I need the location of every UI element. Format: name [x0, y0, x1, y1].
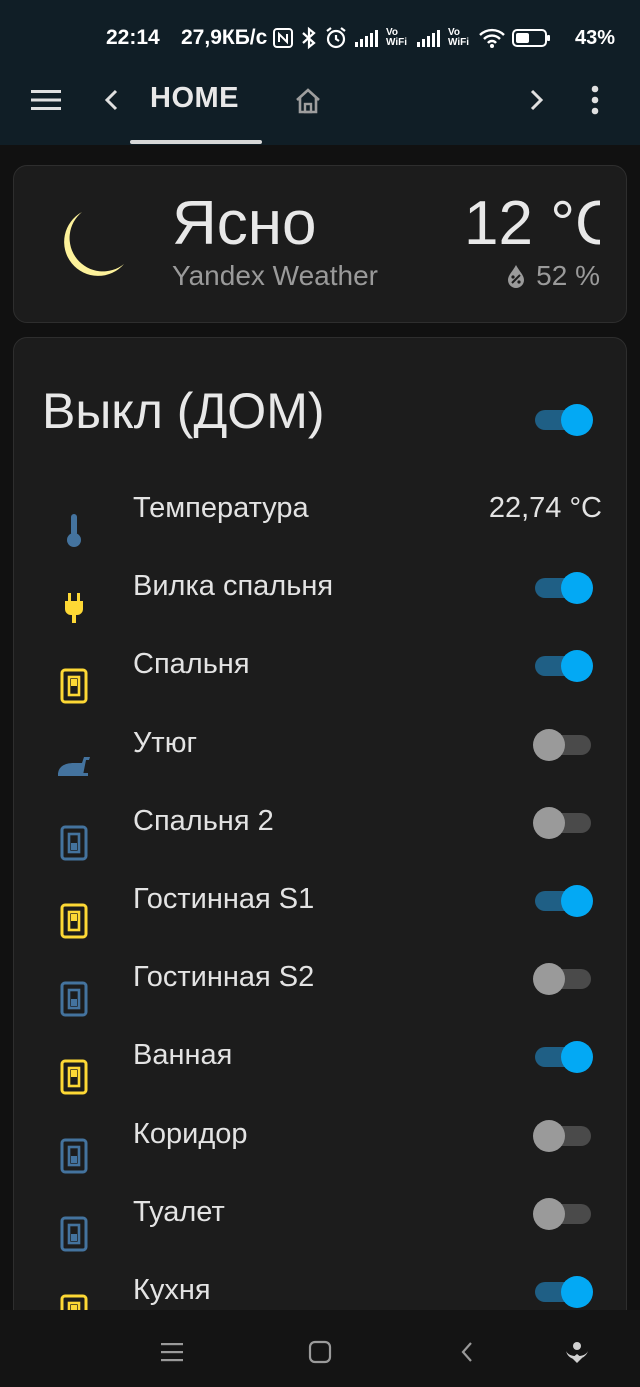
- entity-toggle[interactable]: [533, 1039, 593, 1074]
- entity-label: Кухня: [133, 1274, 211, 1306]
- more-vert-icon[interactable]: [582, 82, 608, 118]
- battery-icon: [512, 29, 550, 47]
- signal-icon-2: [417, 30, 440, 47]
- entity-toggle[interactable]: [533, 961, 593, 996]
- view-tab-home[interactable]: HOME: [150, 82, 239, 115]
- light-switch-icon: [52, 1055, 96, 1099]
- weather-humidity: 52 %: [506, 260, 600, 292]
- entity-label: Гостинная S2: [133, 961, 315, 994]
- status-network-speed: 27,9КБ/с: [181, 26, 268, 49]
- light-switch-icon: [52, 664, 96, 708]
- status-icons: Vo WiFi Vo WiFi: [272, 24, 552, 52]
- menu-icon[interactable]: [28, 84, 64, 116]
- home-nav-icon[interactable]: [300, 1332, 340, 1372]
- entity-row[interactable]: Спальня 2: [14, 801, 628, 879]
- weather-condition: Ясно: [172, 189, 317, 258]
- active-tab-indicator: [130, 140, 262, 144]
- iron-icon: [52, 743, 96, 787]
- signal-icon-1: [355, 30, 378, 47]
- humidity-value: 52 %: [536, 260, 600, 291]
- assistant-icon[interactable]: [557, 1332, 597, 1372]
- entity-label: Вилка спальня: [133, 570, 334, 603]
- bluetooth-icon: [302, 26, 316, 50]
- entity-row[interactable]: Спальня: [14, 644, 628, 722]
- light-switch-icon: [52, 899, 96, 943]
- home-icon[interactable]: [290, 84, 326, 118]
- navigation-bar: [0, 1310, 640, 1387]
- back-icon[interactable]: [447, 1332, 487, 1372]
- entity-label: Коридор: [133, 1117, 248, 1150]
- vowifi-label-1: Vo WiFi: [386, 27, 408, 48]
- entity-label: Спальня 2: [133, 804, 274, 837]
- light-switch-icon: [52, 1134, 96, 1178]
- wifi-icon: [479, 28, 505, 48]
- light-switch-icon: [52, 977, 96, 1021]
- alarm-icon: [326, 27, 346, 49]
- entity-toggle[interactable]: [533, 1196, 593, 1230]
- vowifi-label-2: Vo WiFi: [448, 27, 470, 48]
- weather-card[interactable]: Ясно Yandex Weather 12 °C 52 %: [13, 165, 627, 323]
- weather-temperature-clip: 12 °C: [464, 188, 600, 260]
- entity-toggle[interactable]: [533, 648, 593, 683]
- entity-toggle[interactable]: [533, 805, 593, 839]
- entity-toggle[interactable]: [533, 727, 593, 761]
- chevron-left-icon[interactable]: [98, 84, 124, 116]
- battery-percent: 43%: [575, 27, 616, 49]
- entity-row[interactable]: Коридор: [14, 1114, 628, 1192]
- entity-label: Гостинная S1: [133, 883, 315, 915]
- master-toggle[interactable]: [533, 402, 593, 436]
- entity-label: Температура: [133, 492, 309, 524]
- entity-toggle[interactable]: [533, 883, 593, 917]
- entities-card-title: Выкл (ДОМ): [42, 383, 325, 439]
- entity-row[interactable]: Гостинная S2: [14, 957, 628, 1035]
- entity-row[interactable]: Гостинная S1: [14, 879, 628, 957]
- status-bar: 22:14 27,9КБ/с Vo WiFi Vo WiFi 43%: [0, 0, 640, 70]
- light-switch-icon: [52, 1212, 96, 1256]
- recents-icon[interactable]: [152, 1332, 192, 1372]
- moon-icon: [52, 206, 130, 284]
- light-switch-icon: [52, 821, 96, 865]
- weather-temperature: 12 °C: [464, 189, 600, 258]
- entity-value: 22,74 °C: [488, 492, 602, 524]
- entities-card: Выкл (ДОМ) Температура 22,74 °C Вилка спал…: [13, 337, 627, 1337]
- entity-toggle[interactable]: [533, 1118, 593, 1152]
- status-time: 22:14: [106, 26, 160, 49]
- thermometer-icon: [52, 508, 96, 552]
- entity-row[interactable]: Туалет: [14, 1192, 628, 1270]
- nfc-icon: [273, 28, 293, 48]
- entity-label: Спальня: [133, 648, 250, 681]
- entity-toggle[interactable]: [533, 1274, 593, 1308]
- entity-label: Утюг: [133, 726, 198, 759]
- entity-row[interactable]: Ванная: [14, 1035, 628, 1113]
- entity-row[interactable]: Утюг: [14, 723, 628, 801]
- entity-row[interactable]: Вилка спальня: [14, 566, 628, 644]
- entity-row[interactable]: Температура 22,74 °C: [14, 488, 628, 566]
- chevron-right-icon[interactable]: [524, 84, 550, 116]
- entity-toggle[interactable]: [533, 570, 593, 605]
- weather-source: Yandex Weather: [172, 260, 378, 291]
- entity-label: Ванная: [133, 1039, 233, 1072]
- plug-icon: [52, 586, 96, 630]
- humidity-icon: [508, 265, 525, 288]
- entity-label: Туалет: [133, 1195, 225, 1228]
